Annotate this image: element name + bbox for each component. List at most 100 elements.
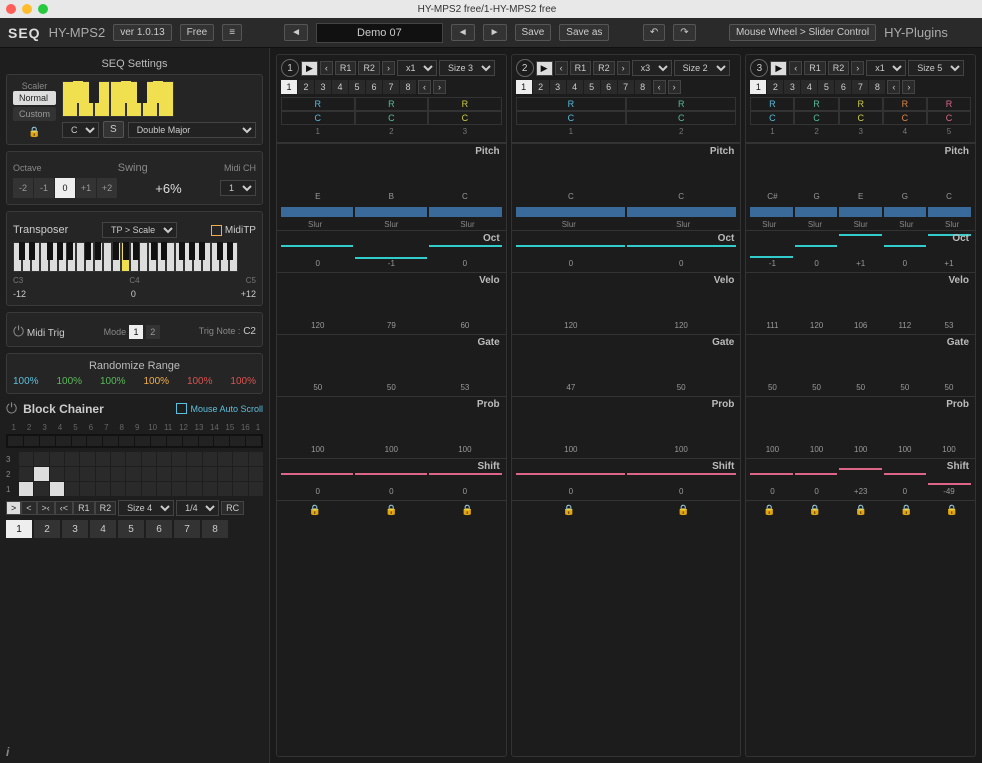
bc-nav-1[interactable]: <: [21, 501, 36, 515]
randomize-value-5[interactable]: 100%: [187, 376, 213, 387]
bc-tab-3[interactable]: 3: [62, 520, 88, 538]
step-tab-8[interactable]: 8: [400, 80, 416, 94]
track-nav[interactable]: ›: [382, 61, 395, 75]
mult-select[interactable]: x1: [866, 60, 906, 76]
maximize-icon[interactable]: [38, 4, 48, 14]
track-nav[interactable]: ›: [617, 61, 630, 75]
rc-r[interactable]: R: [839, 97, 883, 111]
lock-icon[interactable]: 🔒: [385, 505, 397, 516]
step-tab-2[interactable]: 2: [767, 80, 783, 94]
track-play-button[interactable]: ▶: [770, 61, 787, 76]
rc-r[interactable]: R: [626, 97, 736, 111]
mult-select[interactable]: x1: [397, 60, 437, 76]
oct-bar[interactable]: [750, 233, 793, 257]
preset-nav-right[interactable]: ►: [483, 24, 507, 41]
step-tab-3[interactable]: 3: [315, 80, 331, 94]
bc-tab-7[interactable]: 7: [174, 520, 200, 538]
rc-c[interactable]: C: [428, 111, 502, 125]
lock-icon[interactable]: 🔒: [809, 505, 821, 516]
octave-button--1[interactable]: -1: [34, 178, 54, 198]
track-nav[interactable]: R1: [335, 61, 357, 75]
power-icon[interactable]: ⏻: [13, 323, 24, 339]
rc-c[interactable]: C: [516, 111, 626, 125]
slur-box[interactable]: [884, 207, 927, 217]
track-nav[interactable]: ‹: [789, 61, 802, 75]
bc-nav-0[interactable]: >: [6, 501, 21, 515]
lock-icon[interactable]: 🔒: [946, 505, 958, 516]
step-tab-1[interactable]: 1: [750, 80, 766, 94]
bc-tab-4[interactable]: 4: [90, 520, 116, 538]
preset-nav-left[interactable]: ◄: [451, 24, 475, 41]
track-nav[interactable]: R1: [804, 61, 826, 75]
step-tab-8[interactable]: 8: [635, 80, 651, 94]
scale-mode-button[interactable]: S: [103, 121, 124, 138]
step-tab-3[interactable]: 3: [784, 80, 800, 94]
size-select[interactable]: Size 3: [439, 60, 495, 76]
trignote-value[interactable]: C2: [243, 326, 256, 337]
randomize-value-2[interactable]: 100%: [56, 376, 82, 387]
saveas-button[interactable]: Save as: [559, 24, 609, 41]
transposer-keyboard[interactable]: [13, 242, 256, 272]
lock-icon[interactable]: 🔒: [13, 127, 56, 138]
save-button[interactable]: Save: [515, 24, 552, 41]
shift-bar[interactable]: [795, 461, 838, 485]
undo-button[interactable]: ↶: [643, 24, 665, 41]
lock-icon[interactable]: 🔒: [677, 505, 689, 516]
step-tab-5[interactable]: 5: [584, 80, 600, 94]
track-play-button[interactable]: ▶: [301, 61, 318, 76]
lock-icon[interactable]: 🔒: [309, 505, 321, 516]
preset-prev-button[interactable]: ◄: [284, 24, 308, 41]
bc-grid[interactable]: [6, 434, 263, 448]
step-tab-7[interactable]: 7: [618, 80, 634, 94]
mode-2-button[interactable]: 2: [146, 325, 160, 339]
rc-r[interactable]: R: [794, 97, 838, 111]
shift-bar[interactable]: [281, 461, 353, 485]
step-tab-8[interactable]: 8: [869, 80, 885, 94]
step-tab-4[interactable]: 4: [332, 80, 348, 94]
randomize-value-1[interactable]: 100%: [13, 376, 39, 387]
rc-c[interactable]: C: [794, 111, 838, 125]
info-icon[interactable]: i: [6, 745, 9, 759]
step-tab-2[interactable]: 2: [533, 80, 549, 94]
mult-select[interactable]: x3: [632, 60, 672, 76]
step-tab-1[interactable]: 1: [281, 80, 297, 94]
oct-bar[interactable]: [516, 233, 625, 257]
oct-bar[interactable]: [281, 233, 353, 257]
rc-c[interactable]: C: [281, 111, 355, 125]
step-prev[interactable]: ‹: [418, 80, 431, 94]
rc-c[interactable]: C: [839, 111, 883, 125]
shift-bar[interactable]: [884, 461, 927, 485]
step-tab-7[interactable]: 7: [852, 80, 868, 94]
lock-icon[interactable]: 🔒: [900, 505, 912, 516]
redo-button[interactable]: ↷: [673, 24, 695, 41]
scaler-normal-button[interactable]: Normal: [13, 91, 56, 105]
root-select[interactable]: C: [62, 122, 99, 138]
shift-bar[interactable]: [839, 461, 882, 485]
slur-box[interactable]: [839, 207, 882, 217]
step-prev[interactable]: ‹: [653, 80, 666, 94]
step-tab-2[interactable]: 2: [298, 80, 314, 94]
bc-tab-8[interactable]: 8: [202, 520, 228, 538]
rc-r[interactable]: R: [516, 97, 626, 111]
oct-bar[interactable]: [884, 233, 927, 257]
track-nav[interactable]: ›: [851, 61, 864, 75]
menu-icon[interactable]: ≡: [222, 24, 242, 41]
autoscroll-checkbox[interactable]: [176, 403, 187, 414]
randomize-value-6[interactable]: 100%: [230, 376, 256, 387]
slur-box[interactable]: [627, 207, 736, 217]
octave-button--2[interactable]: -2: [13, 178, 33, 198]
step-tab-5[interactable]: 5: [349, 80, 365, 94]
shift-bar[interactable]: [750, 461, 793, 485]
bc-matrix[interactable]: 321: [6, 452, 263, 496]
track-nav[interactable]: R2: [358, 61, 380, 75]
rc-r[interactable]: R: [927, 97, 971, 111]
lock-icon[interactable]: 🔒: [763, 505, 775, 516]
swing-value[interactable]: +6%: [155, 181, 181, 196]
bc-rc-button[interactable]: RC: [221, 501, 244, 515]
rc-c[interactable]: C: [883, 111, 927, 125]
slur-box[interactable]: [355, 207, 427, 217]
step-prev[interactable]: ‹: [887, 80, 900, 94]
mode-1-button[interactable]: 1: [129, 325, 143, 339]
scale-select[interactable]: Double Major: [128, 122, 256, 138]
track-nav[interactable]: R2: [828, 61, 850, 75]
